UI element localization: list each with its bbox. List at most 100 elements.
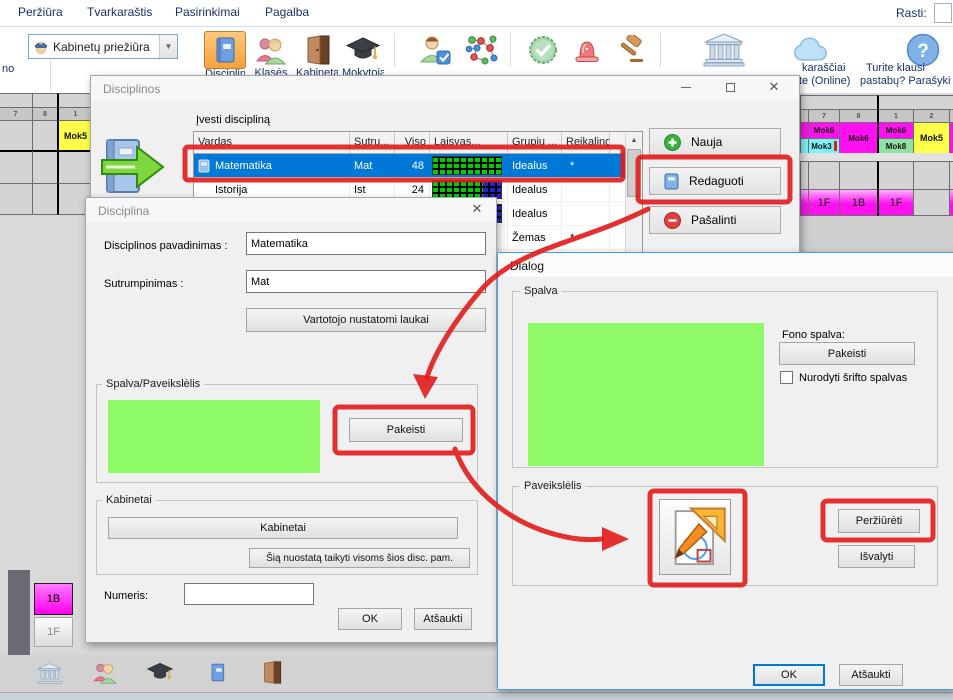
timetable-cell[interactable]: Mok6: [877, 122, 914, 139]
gavel-icon: [614, 35, 648, 65]
delete-button[interactable]: Pašalinti: [649, 206, 781, 234]
dialog-title: Dialog: [510, 259, 544, 273]
color-group-label: Spalva: [520, 285, 562, 297]
toolbar-relations-button[interactable]: [460, 31, 502, 69]
number-label: Numeris:: [104, 590, 148, 602]
abbr-input[interactable]: [246, 270, 486, 293]
change-color-button[interactable]: Pakeisti: [349, 418, 463, 442]
close-button[interactable]: ✕: [460, 198, 494, 220]
color-picture-dialog: Dialog Spalva Fono spalva: Pakeisti Nuro…: [497, 252, 953, 690]
timetable-cell[interactable]: Mok5: [57, 120, 93, 151]
toolbar-rooms-button[interactable]: Kabinetai: [296, 31, 338, 69]
help-caption-line1: Turite klausi: [866, 62, 925, 74]
timetable-cell[interactable]: Mok6: [808, 122, 840, 139]
edit-button[interactable]: Redaguoti: [649, 167, 781, 195]
table-row[interactable]: Matematika Mat 48 Idealus *: [194, 154, 642, 178]
students-icon[interactable]: [92, 660, 118, 685]
custom-fields-button[interactable]: Vartotojo nustatomi laukai: [246, 308, 486, 332]
menu-pasirinkimai[interactable]: Pasirinkimai: [175, 5, 240, 19]
subject-arrow-icon: [101, 138, 165, 196]
menu-perziura[interactable]: Peržiūra: [18, 5, 63, 19]
period-header: 1: [877, 109, 914, 123]
table-scrollbar[interactable]: ▲: [625, 132, 642, 260]
ok-button[interactable]: OK: [338, 608, 402, 630]
scroll-up-icon[interactable]: ▲: [626, 132, 642, 148]
seal-check-icon: [526, 34, 560, 66]
door-icon[interactable]: [260, 660, 283, 685]
rooms-button[interactable]: Kabinetai: [108, 517, 458, 539]
new-button[interactable]: Nauja: [649, 128, 781, 156]
subject-color-swatch[interactable]: [108, 400, 320, 473]
picture-preview[interactable]: [659, 499, 731, 575]
apply-all-button[interactable]: Šią nuostatą taikyti visoms šios disc. p…: [249, 548, 470, 568]
toolbar-teachers-button[interactable]: Mokytojai: [342, 31, 384, 69]
bank-icon[interactable]: [36, 662, 63, 685]
class-button-1b[interactable]: 1B: [34, 583, 73, 615]
menu-tvarkarastis[interactable]: Tvarkaraštis: [87, 5, 152, 19]
help-caption-line2: pastabų? Parašyki: [860, 75, 951, 87]
clear-picture-button[interactable]: Išvalyti: [838, 545, 915, 568]
disciplina-dialog: Disciplina ✕ Disciplinos pavadinimas : S…: [85, 197, 497, 643]
class-button-1f[interactable]: 1F: [34, 617, 73, 647]
mode-selector-value: Kabinetų priežiūra: [49, 40, 159, 54]
ok-button[interactable]: OK: [753, 664, 825, 686]
color-picture-group-label: Spalva/Paveikslėlis: [102, 378, 204, 390]
table-header[interactable]: Vardas Sutru... Viso Laisvas... Grupių .…: [194, 132, 642, 154]
toolbar-subjects-button[interactable]: Disciplinos: [204, 31, 246, 69]
timetable-cell[interactable]: Mok3: [808, 138, 840, 154]
list-label: Įvesti discipliną: [196, 114, 270, 126]
dialog-titlebar[interactable]: Dialog: [498, 253, 953, 277]
background-color-swatch[interactable]: [528, 323, 764, 466]
students-icon: [254, 34, 288, 66]
name-input[interactable]: [246, 232, 486, 255]
online-caption-line2: te (Online): [799, 75, 850, 87]
minimize-button[interactable]: [669, 76, 703, 98]
door-icon: [302, 34, 332, 66]
scrollbar-thumb[interactable]: [627, 149, 641, 197]
timetable-cell[interactable]: 1F: [877, 189, 914, 216]
conflict-marker: [834, 141, 837, 151]
disciplina-title: Disciplina: [98, 204, 149, 218]
graduation-cap-icon[interactable]: [146, 661, 174, 684]
chevron-down-icon[interactable]: ▼: [159, 35, 177, 58]
timetable-cell[interactable]: Mok6: [839, 122, 878, 154]
period-header: 8: [32, 107, 58, 121]
side-strip: [8, 570, 30, 656]
mode-selector-dropdown[interactable]: Kabinetų priežiūra ▼: [28, 34, 178, 59]
timetable-cell[interactable]: Mok5: [913, 122, 950, 154]
toolbar-alert-button[interactable]: [566, 31, 608, 69]
name-label: Disciplinos pavadinimas :: [104, 240, 228, 252]
toolbar-classes-button[interactable]: Klasės: [250, 31, 292, 69]
siren-icon: [571, 35, 603, 65]
disciplinos-titlebar[interactable]: Disciplinos ✕: [91, 76, 799, 100]
disciplinos-title: Disciplinos: [103, 82, 160, 96]
cancel-button[interactable]: Atšaukti: [839, 664, 903, 686]
toolbar-school-button[interactable]: [700, 31, 748, 69]
timetable-cell[interactable]: 1B: [839, 189, 878, 216]
teacher-check-icon: [418, 34, 452, 66]
background-color-label: Fono spalva:: [782, 329, 845, 341]
number-input[interactable]: [184, 583, 314, 605]
bank-icon: [702, 33, 746, 67]
book-icon[interactable]: [207, 662, 228, 683]
font-color-checkbox[interactable]: [780, 371, 793, 384]
period-header: 7: [0, 107, 33, 121]
disciplina-titlebar[interactable]: Disciplina ✕: [86, 198, 496, 222]
font-color-checkbox-label: Nurodyti šrifto spalvas: [799, 372, 907, 384]
police-icon: [29, 39, 49, 55]
caption-separator: [50, 60, 51, 90]
maximize-button[interactable]: [713, 76, 747, 98]
cancel-button[interactable]: Atšaukti: [414, 608, 472, 630]
period-header: 8: [839, 109, 878, 123]
toolbar-supervision-button[interactable]: [414, 31, 456, 69]
menu-pagalba[interactable]: Pagalba: [265, 5, 309, 19]
change-background-button[interactable]: Pakeisti: [779, 342, 915, 365]
toolbar-verify-button[interactable]: [522, 31, 564, 69]
toolbar-gavel-button[interactable]: [610, 31, 652, 69]
find-input[interactable]: [934, 3, 952, 23]
view-picture-button[interactable]: Peržiūrėti: [838, 509, 920, 533]
timetable-cell[interactable]: Mok8: [877, 138, 914, 154]
close-button[interactable]: ✕: [757, 76, 791, 98]
timetable-cell[interactable]: 1F: [808, 189, 840, 216]
picture-group-label: Paveikslėlis: [520, 480, 585, 492]
